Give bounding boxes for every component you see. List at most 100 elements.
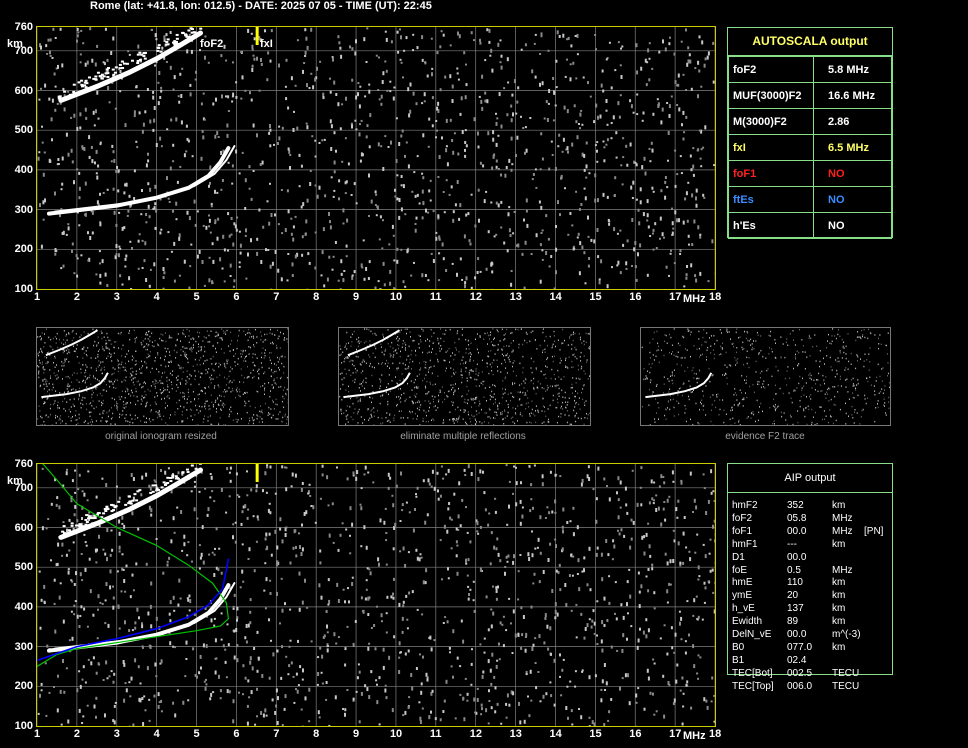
x-tick-label: 15 bbox=[589, 291, 602, 303]
ionogram-plot-top bbox=[36, 26, 716, 290]
aip-row: D1 00.0 bbox=[732, 552, 902, 565]
aip-param-unit: km bbox=[832, 616, 846, 628]
y-tick-label: 400 bbox=[14, 163, 33, 176]
ionogram-canvas-top bbox=[37, 27, 715, 289]
autoscala-param-label: h'Es bbox=[728, 212, 814, 239]
aip-param-name: DelN_vE bbox=[732, 629, 772, 640]
x-tick-label: 2 bbox=[73, 291, 80, 303]
aip-param-value: 02.4 bbox=[787, 654, 807, 666]
aip-row: B1 02.4 bbox=[732, 655, 902, 668]
aip-param-unit: TECU bbox=[832, 680, 860, 692]
thumbnail-caption-evidence: evidence F2 trace bbox=[725, 431, 805, 442]
x-tick-label: 18 bbox=[709, 728, 722, 740]
aip-param-name: foE bbox=[732, 564, 748, 576]
x-unit-label: MHz bbox=[683, 730, 706, 742]
aip-row: h_vE 137 km bbox=[732, 603, 902, 616]
x-tick-label: 9 bbox=[353, 291, 360, 303]
aip-param-name: B0 bbox=[732, 641, 745, 653]
autoscala-param-value: NO bbox=[813, 186, 892, 213]
x-tick-label: 10 bbox=[389, 728, 403, 740]
aip-param-extra: [PN] bbox=[864, 525, 884, 537]
aip-param-value: 137 bbox=[787, 603, 804, 615]
autoscala-param-label: fxI bbox=[728, 134, 814, 161]
x-tick-label: 6 bbox=[233, 291, 240, 303]
aip-param-value: 002.5 bbox=[787, 667, 813, 679]
x-tick-label: 2 bbox=[73, 728, 80, 740]
aip-param-name: Ewidth bbox=[732, 616, 763, 628]
x-tick-label: 7 bbox=[273, 291, 280, 303]
aip-param-name: h_vE bbox=[732, 603, 755, 615]
aip-param-value: 20 bbox=[787, 590, 799, 602]
foF2-marker-label: foF2 bbox=[200, 38, 224, 50]
x-tick-label: 1 bbox=[34, 291, 41, 303]
aip-param-unit: MHz bbox=[832, 512, 853, 524]
aip-row: hmE 110 km bbox=[732, 577, 902, 590]
x-tick-label: 13 bbox=[509, 291, 522, 303]
aip-param-name: D1 bbox=[732, 551, 745, 563]
x-tick-label: 17 bbox=[669, 728, 682, 740]
aip-param-value: 05.8 bbox=[787, 512, 807, 524]
autoscala-row: ftEs NO bbox=[728, 186, 892, 213]
thumbnail-evidence bbox=[640, 327, 891, 426]
aip-row: TEC[Bot] 002.5 TECU bbox=[732, 668, 902, 681]
aip-param-value: --- bbox=[787, 538, 797, 550]
aip-param-value: 352 bbox=[787, 500, 804, 511]
autoscala-param-label: foF1 bbox=[728, 160, 814, 187]
x-tick-label: 12 bbox=[469, 291, 482, 303]
x-tick-label: 12 bbox=[469, 728, 482, 740]
thumbnail-caption-original: original ionogram resized bbox=[105, 431, 217, 442]
x-tick-label: 14 bbox=[549, 291, 562, 303]
aip-param-name: TEC[Bot] bbox=[732, 667, 773, 679]
x-unit-label: MHz bbox=[683, 293, 706, 305]
y-tick-label: 500 bbox=[14, 561, 33, 574]
x-tick-label: 8 bbox=[313, 728, 320, 740]
aip-param-value: 00.0 bbox=[787, 551, 807, 563]
y-tick-label: 600 bbox=[14, 84, 33, 97]
x-tick-label: 18 bbox=[709, 291, 722, 303]
x-tick-label: 5 bbox=[193, 728, 200, 740]
autoscala-title: AUTOSCALA output bbox=[728, 28, 892, 56]
aip-param-unit: km bbox=[832, 538, 846, 550]
aip-param-value: 0.5 bbox=[787, 564, 801, 576]
aip-param-unit: m^(-3) bbox=[832, 629, 861, 640]
aip-param-value: 077.0 bbox=[787, 641, 813, 653]
x-tick-label: 3 bbox=[113, 291, 120, 303]
autoscala-param-value: 6.5 MHz bbox=[813, 134, 892, 161]
autoscala-param-label: MUF(3000)F2 bbox=[728, 82, 814, 109]
x-tick-label: 1 bbox=[34, 728, 41, 740]
autoscala-param-label: foF2 bbox=[728, 56, 814, 83]
aip-title: AIP output bbox=[784, 472, 836, 484]
aip-param-unit: MHz bbox=[832, 525, 853, 537]
aip-param-name: foF2 bbox=[732, 512, 753, 524]
x-tick-label: 10 bbox=[389, 291, 403, 303]
autoscala-param-label: ftEs bbox=[728, 186, 814, 213]
x-tick-label: 11 bbox=[429, 291, 442, 303]
aip-param-unit: km bbox=[832, 577, 846, 589]
y-unit-label: km bbox=[7, 475, 23, 487]
ionogram-canvas-bottom bbox=[37, 464, 715, 726]
aip-row: Ewidth 89 km bbox=[732, 616, 902, 629]
ionogram-plot-bottom bbox=[36, 463, 716, 727]
x-tick-label: 7 bbox=[273, 728, 280, 740]
x-tick-label: 16 bbox=[629, 291, 642, 303]
autoscala-panel: AUTOSCALA output foF2 5.8 MHz MUF(3000)F2 1… bbox=[727, 27, 893, 239]
aip-row: foF2 05.8 MHz bbox=[732, 513, 902, 526]
autoscala-param-value: 16.6 MHz bbox=[813, 82, 892, 109]
autoscala-param-value: NO bbox=[813, 160, 892, 187]
x-tick-label: 13 bbox=[509, 728, 522, 740]
autoscala-row: h'Es NO bbox=[728, 212, 892, 239]
y-tick-label: 100 bbox=[14, 720, 33, 732]
page-title: Rome (lat: +41.8, lon: 012.5) - DATE: 20… bbox=[90, 0, 432, 12]
x-tick-label: 3 bbox=[113, 728, 120, 740]
x-tick-label: 14 bbox=[549, 728, 562, 740]
fxI-marker-label: fxI bbox=[260, 38, 273, 50]
aip-row: hmF2 352 km bbox=[732, 500, 902, 513]
thumbnail-caption-eliminate: eliminate multiple reflections bbox=[400, 431, 526, 442]
aip-param-name: B1 bbox=[732, 654, 745, 666]
aip-param-value: 00.0 bbox=[787, 629, 807, 640]
aip-param-unit: km bbox=[832, 641, 846, 653]
aip-row: foF1 00.0 MHz [PN] bbox=[732, 526, 902, 539]
aip-param-name: hmF1 bbox=[732, 538, 758, 550]
density-profile-curve bbox=[37, 464, 230, 668]
x-tick-label: 8 bbox=[313, 291, 320, 303]
